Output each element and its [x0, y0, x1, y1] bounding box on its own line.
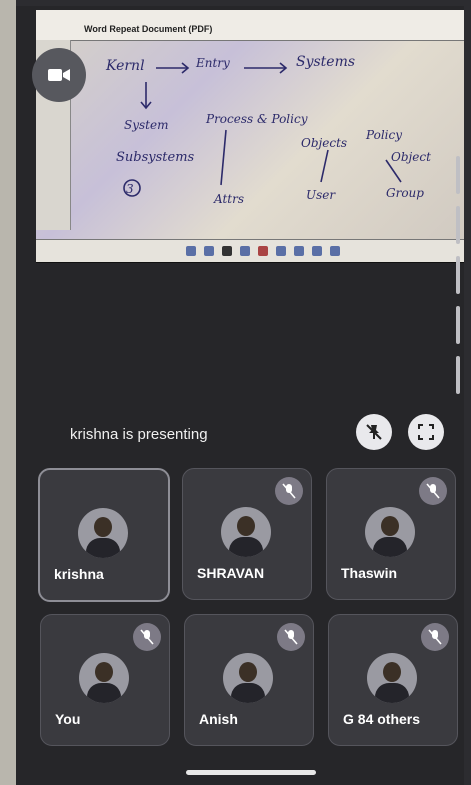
fullscreen-button[interactable] [408, 414, 444, 450]
mic-off-icon [282, 483, 296, 499]
meet-screen: Word Repeat Document (PDF) Kernl Entry S… [16, 6, 464, 785]
unpin-button[interactable] [356, 414, 392, 450]
unpin-icon [366, 424, 382, 440]
tool-icon [240, 246, 250, 256]
video-camera-button[interactable] [32, 48, 86, 102]
participant-name: You [55, 711, 81, 727]
participant-name: SHRAVAN [197, 565, 265, 581]
mic-off-icon [140, 629, 154, 645]
avatar [223, 653, 273, 703]
tool-icon [330, 246, 340, 256]
tool-icon [276, 246, 286, 256]
tool-icon [258, 246, 268, 256]
shared-screen[interactable]: Word Repeat Document (PDF) Kernl Entry S… [36, 10, 464, 263]
mic-off-icon [426, 483, 440, 499]
avatar [221, 507, 271, 557]
participant-tile-krishna[interactable]: krishna [38, 468, 170, 602]
avatar [365, 507, 415, 557]
annotation-toolbar [36, 239, 464, 262]
handwriting-arrows [123, 62, 402, 197]
mic-off-indicator [275, 477, 303, 505]
presenting-label: krishna is presenting [70, 426, 208, 443]
participant-tile-thaswin[interactable]: Thaswin [326, 468, 456, 600]
mic-off-indicator [133, 623, 161, 651]
participant-name: Thaswin [341, 565, 398, 581]
participant-tile-shravan[interactable]: SHRAVAN [182, 468, 312, 600]
participant-name: G 84 others [343, 711, 421, 727]
home-indicator[interactable] [186, 770, 316, 775]
participant-tile-others[interactable]: G 84 others [328, 614, 458, 746]
avatar [79, 653, 129, 703]
tool-icon [204, 246, 214, 256]
tool-icon [222, 246, 232, 256]
avatar [367, 653, 417, 703]
participant-name: krishna [54, 566, 104, 582]
mic-off-indicator [421, 623, 449, 651]
participant-tile-you[interactable]: You [40, 614, 170, 746]
avatar [78, 508, 128, 558]
mic-off-icon [428, 629, 442, 645]
fullscreen-icon [418, 424, 434, 440]
paper-edge [0, 0, 16, 785]
mic-off-indicator [419, 477, 447, 505]
tool-icon [186, 246, 196, 256]
video-camera-icon [48, 69, 70, 81]
tool-icon [294, 246, 304, 256]
participant-tile-anish[interactable]: Anish [184, 614, 314, 746]
scrollbar[interactable] [456, 156, 460, 406]
participant-name: Anish [199, 711, 238, 727]
mic-off-icon [284, 629, 298, 645]
mic-off-indicator [277, 623, 305, 651]
tool-icon [312, 246, 322, 256]
